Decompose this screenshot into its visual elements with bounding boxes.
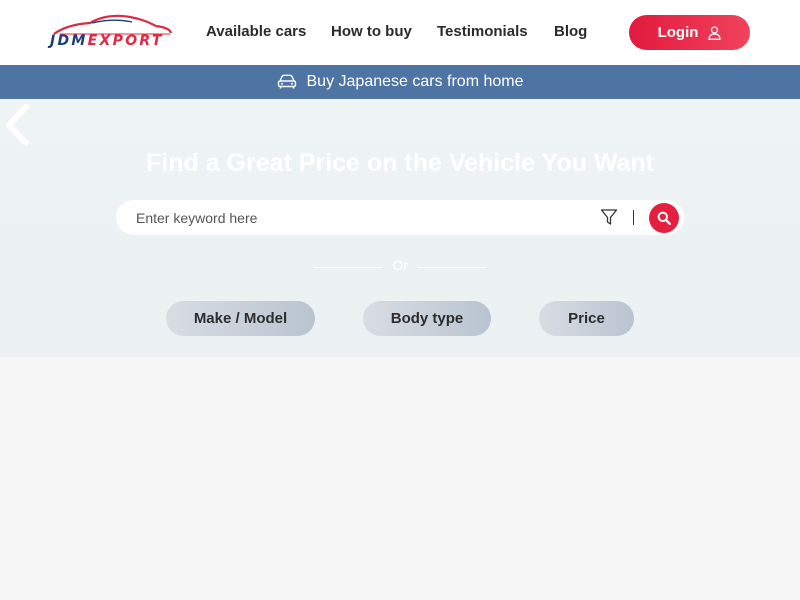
search-bar [116, 200, 684, 235]
login-label: Login [657, 24, 699, 41]
search-icon [657, 211, 671, 225]
hero-title: Find a Great Price on the Vehicle You Wa… [146, 149, 654, 177]
banner-text: Buy Japanese cars from home [306, 73, 524, 90]
logo-text-jdm: JDM [50, 33, 88, 49]
search-input[interactable] [134, 200, 594, 235]
hero-section: Find a Great Price on the Vehicle You Wa… [0, 99, 800, 357]
chevron-left-icon[interactable] [2, 103, 32, 147]
or-divider: Or [314, 257, 486, 273]
filter-make-model-button[interactable]: Make / Model [166, 301, 315, 336]
user-icon [708, 25, 722, 40]
filter-price-button[interactable]: Price [539, 301, 634, 336]
login-button[interactable]: Login [629, 15, 750, 50]
site-header: JDMEXPORT Available cars How to buy Test… [0, 0, 800, 65]
filter-body-type-button[interactable]: Body type [363, 301, 491, 336]
nav-available-cars[interactable]: Available cars [206, 23, 306, 40]
logo-text: JDMEXPORT [50, 33, 164, 49]
logo-text-export: EXPORT [87, 33, 164, 49]
or-text: Or [392, 257, 408, 273]
search-separator [633, 210, 634, 225]
jdm-export-logo[interactable]: JDMEXPORT [48, 14, 174, 52]
nav-how-to-buy[interactable]: How to buy [331, 23, 412, 40]
nav-testimonials[interactable]: Testimonials [437, 23, 528, 40]
filter-icon[interactable] [600, 208, 618, 226]
nav-blog[interactable]: Blog [554, 23, 587, 40]
promo-banner: Buy Japanese cars from home [0, 65, 800, 99]
car-icon [277, 74, 296, 89]
search-button[interactable] [649, 203, 679, 233]
or-line-right [418, 267, 486, 268]
